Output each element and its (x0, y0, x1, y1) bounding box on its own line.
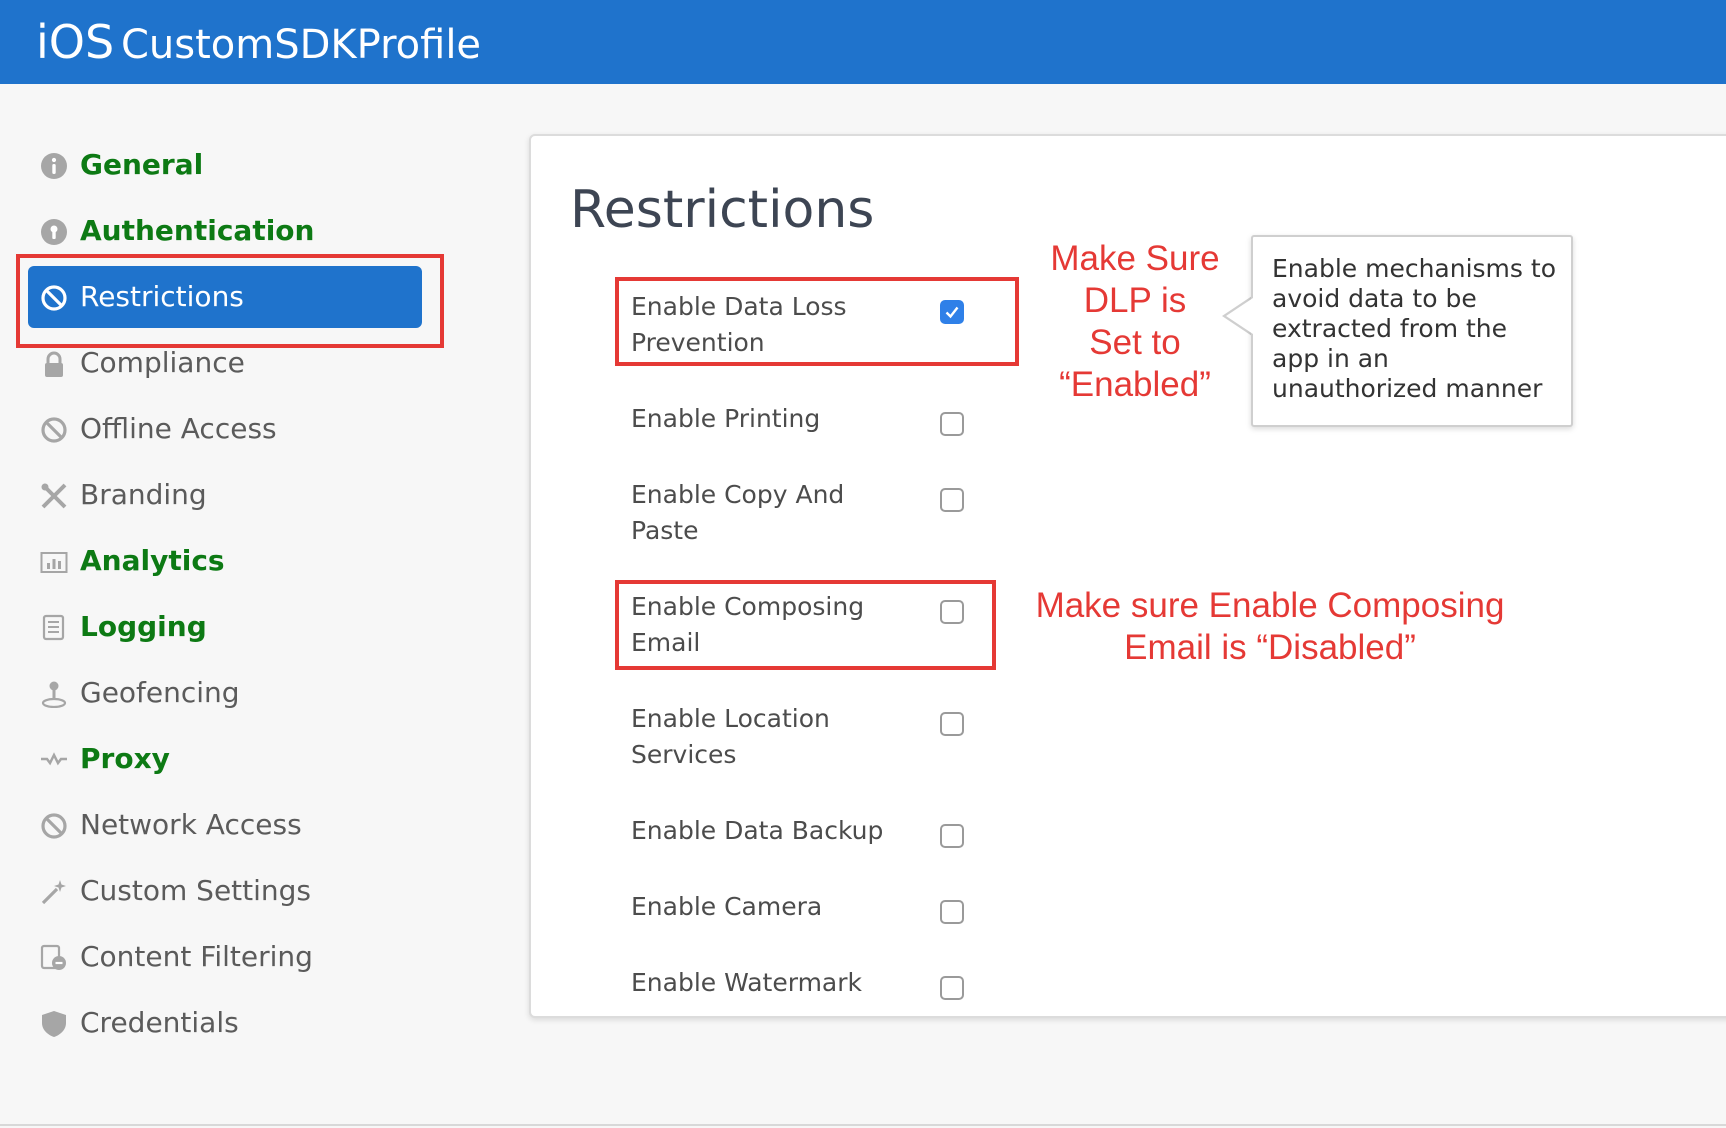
sidebar-item-content-filtering[interactable]: Content Filtering (28, 926, 422, 988)
sidebar-item-proxy[interactable]: Proxy (28, 728, 422, 790)
composing-email-annotation: Make sure Enable Composing Email is “Dis… (1035, 586, 1505, 667)
lock-round-icon (40, 218, 68, 246)
bottom-divider (0, 1124, 1726, 1126)
sidebar-item-logging[interactable]: Logging (28, 596, 422, 658)
shield-icon (40, 1010, 68, 1038)
sidebar-item-label: Offline Access (80, 412, 277, 445)
sidebar-item-label: Analytics (80, 544, 225, 577)
tools-icon (40, 482, 68, 510)
option-label-copy-paste: Enable Copy And Paste (631, 480, 845, 545)
scroll-icon (40, 614, 68, 642)
checkbox-location-services[interactable] (940, 712, 964, 736)
sidebar-item-network-access[interactable]: Network Access (28, 794, 422, 856)
dlp-annotation: Make Sure DLP is Set to “Enabled” (1050, 239, 1220, 404)
tooltip-text: Enable mechanisms to avoid data to be ex… (1272, 254, 1556, 403)
sidebar-item-custom-settings[interactable]: Custom Settings (28, 860, 422, 922)
sidebar-item-geofencing[interactable]: Geofencing (28, 662, 422, 724)
restricted-icon (40, 416, 68, 444)
option-label-camera: Enable Camera (631, 892, 823, 921)
sidebar-item-label: Logging (80, 610, 207, 643)
profile-name: CustomSDKProfile (121, 22, 482, 68)
sidebar-item-label: General (80, 148, 204, 181)
sidebar-item-label: Content Filtering (80, 940, 313, 973)
option-label-location-services: Enable Location Services (631, 704, 830, 769)
platform-label: iOS (36, 15, 115, 69)
sidebar-item-label: Network Access (80, 808, 302, 841)
sidebar-item-general[interactable]: General (28, 134, 422, 196)
restricted-icon (40, 812, 68, 840)
sidebar-item-label: Credentials (80, 1006, 239, 1039)
checkbox-data-backup[interactable] (940, 824, 964, 848)
sidebar-item-offline-access[interactable]: Offline Access (28, 398, 422, 460)
sidebar-item-credentials[interactable]: Credentials (28, 992, 422, 1054)
highlight-box-restrictions (16, 254, 444, 348)
wave-icon (40, 746, 68, 774)
sidebar-item-authentication[interactable]: Authentication (28, 200, 422, 262)
filter-doc-icon (40, 944, 68, 972)
sidebar-item-label: Geofencing (80, 676, 240, 709)
option-label-data-backup: Enable Data Backup (631, 816, 884, 845)
highlight-box-composing-email (615, 580, 996, 670)
highlight-box-dlp (615, 277, 1019, 366)
sidebar-item-analytics[interactable]: Analytics (28, 530, 422, 592)
checkbox-copy-paste[interactable] (940, 488, 964, 512)
sidebar-item-label: Authentication (80, 214, 315, 247)
sidebar-item-label: Branding (80, 478, 207, 511)
checkbox-camera[interactable] (940, 900, 964, 924)
sidebar-item-label: Proxy (80, 742, 170, 775)
tooltip-arrow-inner (1226, 298, 1253, 334)
magic-wand-icon (40, 878, 68, 906)
header-bar: iOS CustomSDKProfile (0, 0, 1726, 84)
pin-icon (40, 680, 68, 708)
option-label-watermark: Enable Watermark (631, 968, 862, 997)
info-icon (40, 152, 68, 180)
padlock-icon (40, 350, 68, 378)
page-title: Restrictions (570, 180, 875, 240)
sidebar-item-label: Custom Settings (80, 874, 312, 907)
checkbox-printing[interactable] (940, 412, 964, 436)
chart-icon (40, 548, 68, 576)
checkbox-watermark[interactable] (940, 976, 964, 1000)
option-label-printing: Enable Printing (631, 404, 821, 433)
sidebar-item-branding[interactable]: Branding (28, 464, 422, 526)
